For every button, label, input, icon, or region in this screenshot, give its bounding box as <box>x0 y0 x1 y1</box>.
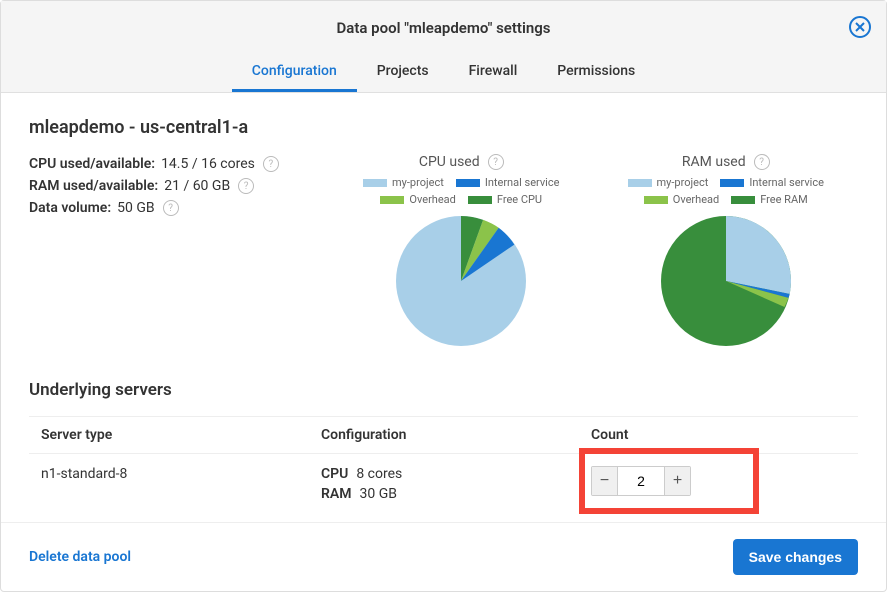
servers-table: Server type Configuration Count n1-stand… <box>29 416 858 518</box>
col-config: Configuration <box>321 427 591 443</box>
pool-heading: mleapdemo - us-central1-a <box>29 117 858 138</box>
legend-label: Free RAM <box>760 193 808 206</box>
stat-cpu-label: CPU used/available: <box>29 156 155 172</box>
cfg-cpu-label: CPU <box>321 466 348 482</box>
legend-item: my-project <box>363 176 444 189</box>
legend-label: Internal service <box>485 176 560 189</box>
col-count: Count <box>591 427 846 443</box>
stat-volume: Data volume: 50 GB ? <box>29 200 329 216</box>
increment-button[interactable]: + <box>664 467 690 495</box>
chart-cpu-section: CPU used ? my-project Internal service O… <box>329 154 594 350</box>
stat-volume-value: 50 GB <box>117 200 154 216</box>
pie-chart-ram <box>661 216 791 346</box>
close-icon <box>848 15 872 39</box>
stat-ram: RAM used/available: 21 / 60 GB ? <box>29 178 329 194</box>
tab-permissions[interactable]: Permissions <box>537 53 655 92</box>
table-header: Server type Configuration Count <box>29 416 858 453</box>
settings-dialog: Data pool "mleapdemo" settings Configura… <box>0 0 887 592</box>
stat-cpu-value: 14.5 / 16 cores <box>161 156 255 172</box>
stat-ram-label: RAM used/available: <box>29 178 158 194</box>
cell-type: n1-standard-8 <box>41 466 321 482</box>
tab-configuration[interactable]: Configuration <box>232 53 357 92</box>
help-icon[interactable]: ? <box>754 154 770 170</box>
chart-cpu-title-text: CPU used <box>419 154 480 170</box>
dialog-header: Data pool "mleapdemo" settings Configura… <box>1 1 886 93</box>
chart-ram-title-text: RAM used <box>682 154 746 170</box>
legend-item: my-project <box>628 176 709 189</box>
dialog-content: mleapdemo - us-central1-a CPU used/avail… <box>1 93 886 522</box>
legend-swatch <box>468 196 492 204</box>
legend-swatch <box>731 196 755 204</box>
cfg-ram-value: 30 GB <box>360 486 397 502</box>
legend-swatch <box>644 196 668 204</box>
chart-ram-section: RAM used ? my-project Internal service O… <box>594 154 859 350</box>
tab-projects[interactable]: Projects <box>357 53 449 92</box>
help-icon[interactable]: ? <box>163 200 179 216</box>
legend-swatch <box>720 179 744 187</box>
servers-heading: Underlying servers <box>29 380 858 400</box>
table-row: n1-standard-8 CPU 8 cores RAM 30 GB − + <box>29 453 858 518</box>
stats-block: CPU used/available: 14.5 / 16 cores ? RA… <box>29 154 329 222</box>
col-type: Server type <box>41 427 321 443</box>
legend-swatch <box>363 179 387 187</box>
cell-config: CPU 8 cores RAM 30 GB <box>321 466 591 506</box>
legend-label: Internal service <box>749 176 824 189</box>
pie-chart-cpu <box>396 216 526 346</box>
legend-swatch <box>380 196 404 204</box>
delete-link[interactable]: Delete data pool <box>29 549 131 565</box>
count-input[interactable] <box>618 467 664 495</box>
legend-cpu: my-project Internal service Overhead Fre… <box>351 176 571 206</box>
legend-label: Free CPU <box>497 193 542 206</box>
chart-cpu-title: CPU used ? <box>329 154 594 170</box>
legend-swatch <box>456 179 480 187</box>
legend-label: my-project <box>657 176 709 189</box>
count-stepper: − + <box>591 466 691 496</box>
close-button[interactable] <box>848 15 872 39</box>
stat-ram-value: 21 / 60 GB <box>164 178 230 194</box>
dialog-title: Data pool "mleapdemo" settings <box>1 19 886 37</box>
legend-item: Internal service <box>456 176 560 189</box>
decrement-button[interactable]: − <box>592 467 618 495</box>
tab-firewall[interactable]: Firewall <box>449 53 538 92</box>
legend-ram: my-project Internal service Overhead Fre… <box>616 176 836 206</box>
dialog-footer: Delete data pool Save changes <box>1 522 886 591</box>
tabs: Configuration Projects Firewall Permissi… <box>1 53 886 92</box>
cfg-cpu-value: 8 cores <box>356 466 402 482</box>
cfg-ram-label: RAM <box>321 486 352 502</box>
legend-label: Overhead <box>673 193 719 206</box>
info-row: CPU used/available: 14.5 / 16 cores ? RA… <box>29 154 858 350</box>
legend-item: Overhead <box>644 193 719 206</box>
legend-swatch <box>628 179 652 187</box>
cell-count: − + <box>591 466 846 496</box>
legend-item: Free RAM <box>731 193 808 206</box>
save-button[interactable]: Save changes <box>733 539 858 575</box>
stat-cpu: CPU used/available: 14.5 / 16 cores ? <box>29 156 329 172</box>
help-icon[interactable]: ? <box>263 156 279 172</box>
legend-item: Free CPU <box>468 193 542 206</box>
help-icon[interactable]: ? <box>488 154 504 170</box>
legend-label: my-project <box>392 176 444 189</box>
help-icon[interactable]: ? <box>238 178 254 194</box>
stat-volume-label: Data volume: <box>29 200 111 216</box>
chart-ram-title: RAM used ? <box>594 154 859 170</box>
legend-label: Overhead <box>409 193 455 206</box>
legend-item: Internal service <box>720 176 824 189</box>
legend-item: Overhead <box>380 193 455 206</box>
